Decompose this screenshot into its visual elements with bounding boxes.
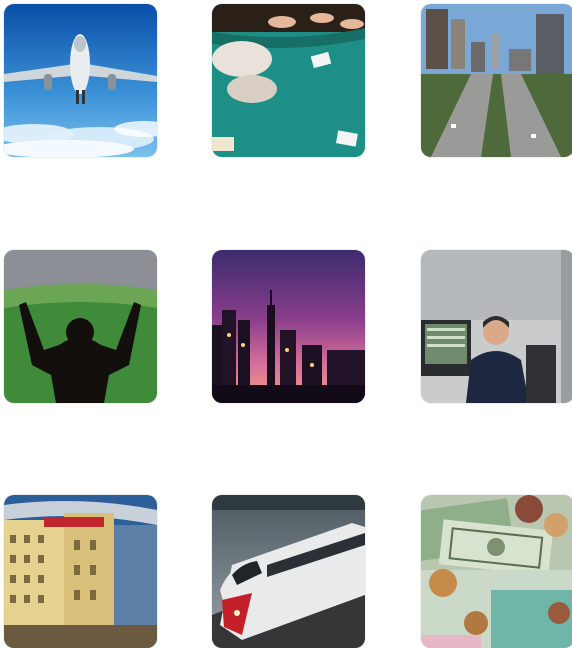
casino-table-icon <box>212 4 365 157</box>
tile-airplane[interactable] <box>4 4 157 157</box>
hotel-building-icon <box>4 495 157 648</box>
airplane-icon <box>4 4 157 157</box>
tile-city-skyline[interactable] <box>212 250 365 403</box>
tile-currency[interactable] <box>421 495 572 648</box>
tile-stadium-fan[interactable] <box>4 250 157 403</box>
tile-hotel-building[interactable] <box>4 495 157 648</box>
stadium-fan-icon <box>4 250 157 403</box>
tile-casino[interactable] <box>212 4 365 157</box>
city-highway-icon <box>421 4 572 157</box>
tile-train[interactable] <box>212 495 365 648</box>
city-skyline-sunset-icon <box>212 250 365 403</box>
tile-city-highway[interactable] <box>421 4 572 157</box>
currency-money-icon <box>421 495 572 648</box>
security-officer-icon <box>421 250 572 403</box>
high-speed-train-icon <box>212 495 365 648</box>
tile-security-officer[interactable] <box>421 250 572 403</box>
